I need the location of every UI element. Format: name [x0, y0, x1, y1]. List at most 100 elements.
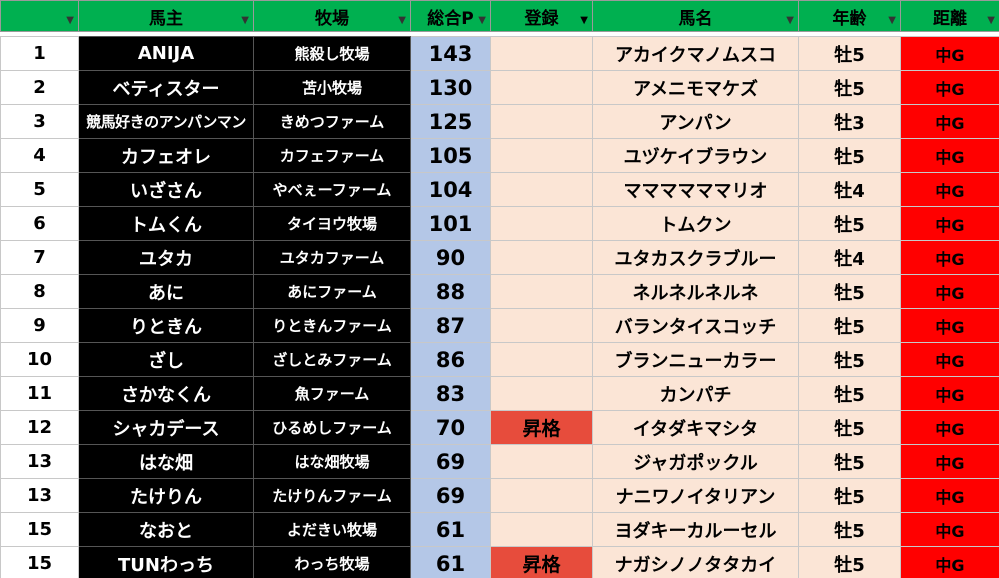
registration-cell[interactable]	[490, 342, 593, 377]
owner-cell[interactable]: なおと	[78, 512, 254, 547]
owner-cell[interactable]: たけりん	[78, 478, 254, 513]
registration-cell[interactable]	[490, 206, 593, 241]
horse-name-cell[interactable]: アンパン	[592, 104, 799, 139]
registration-cell[interactable]	[490, 36, 593, 71]
horse-name-cell[interactable]: ユタカスクラブルー	[592, 240, 799, 275]
points-cell[interactable]: 101	[410, 206, 491, 241]
rank-cell[interactable]: 3	[0, 104, 79, 139]
owner-cell[interactable]: さかなくん	[78, 376, 254, 411]
farm-cell[interactable]: りときんファーム	[253, 308, 411, 343]
points-cell[interactable]: 88	[410, 274, 491, 309]
points-cell[interactable]: 87	[410, 308, 491, 343]
rank-cell[interactable]: 9	[0, 308, 79, 343]
farm-cell[interactable]: 熊殺し牧場	[253, 36, 411, 71]
farm-cell[interactable]: あにファーム	[253, 274, 411, 309]
horse-name-cell[interactable]: ジャガポックル	[592, 444, 799, 479]
farm-cell[interactable]: やべぇーファーム	[253, 172, 411, 207]
distance-cell[interactable]: 中G	[900, 104, 999, 139]
age-cell[interactable]: 牡5	[798, 512, 901, 547]
points-cell[interactable]: 130	[410, 70, 491, 105]
farm-cell[interactable]: きめつファーム	[253, 104, 411, 139]
points-cell[interactable]: 90	[410, 240, 491, 275]
registration-cell[interactable]	[490, 104, 593, 139]
points-cell[interactable]: 143	[410, 36, 491, 71]
horse-name-cell[interactable]: ネルネルネルネ	[592, 274, 799, 309]
age-cell[interactable]: 牡5	[798, 410, 901, 445]
filter-dropdown-icon[interactable]: ▼	[888, 16, 896, 26]
owner-cell[interactable]: ANIJA	[78, 36, 254, 71]
farm-cell[interactable]: はな畑牧場	[253, 444, 411, 479]
age-cell[interactable]: 牡5	[798, 546, 901, 578]
rank-cell[interactable]: 7	[0, 240, 79, 275]
filter-dropdown-icon[interactable]: ▼	[987, 16, 995, 26]
points-cell[interactable]: 61	[410, 512, 491, 547]
distance-cell[interactable]: 中G	[900, 206, 999, 241]
rank-cell[interactable]: 12	[0, 410, 79, 445]
registration-cell[interactable]	[490, 308, 593, 343]
registration-cell[interactable]	[490, 512, 593, 547]
age-cell[interactable]: 牡5	[798, 308, 901, 343]
age-cell[interactable]: 牡5	[798, 444, 901, 479]
horse-name-cell[interactable]: ブランニューカラー	[592, 342, 799, 377]
owner-cell[interactable]: トムくん	[78, 206, 254, 241]
distance-cell[interactable]: 中G	[900, 36, 999, 71]
registration-cell[interactable]	[490, 240, 593, 275]
horse-name-cell[interactable]: ナガシノノタタカイ	[592, 546, 799, 578]
age-cell[interactable]: 牡5	[798, 138, 901, 173]
registration-cell[interactable]: 昇格	[490, 546, 593, 578]
points-cell[interactable]: 70	[410, 410, 491, 445]
distance-cell[interactable]: 中G	[900, 376, 999, 411]
filter-active-icon[interactable]: ▼	[580, 16, 588, 26]
owner-cell[interactable]: あに	[78, 274, 254, 309]
horse-name-cell[interactable]: バランタイスコッチ	[592, 308, 799, 343]
age-cell[interactable]: 牡5	[798, 478, 901, 513]
distance-cell[interactable]: 中G	[900, 478, 999, 513]
farm-cell[interactable]: たけりんファーム	[253, 478, 411, 513]
age-cell[interactable]: 牡4	[798, 172, 901, 207]
distance-cell[interactable]: 中G	[900, 240, 999, 275]
age-cell[interactable]: 牡5	[798, 376, 901, 411]
owner-cell[interactable]: ユタカ	[78, 240, 254, 275]
registration-cell[interactable]	[490, 172, 593, 207]
rank-cell[interactable]: 4	[0, 138, 79, 173]
distance-cell[interactable]: 中G	[900, 172, 999, 207]
age-cell[interactable]: 牡5	[798, 36, 901, 71]
registration-cell[interactable]	[490, 478, 593, 513]
registration-cell[interactable]	[490, 274, 593, 309]
filter-dropdown-icon[interactable]: ▼	[786, 16, 794, 26]
distance-cell[interactable]: 中G	[900, 138, 999, 173]
points-cell[interactable]: 104	[410, 172, 491, 207]
distance-cell[interactable]: 中G	[900, 444, 999, 479]
rank-cell[interactable]: 5	[0, 172, 79, 207]
distance-cell[interactable]: 中G	[900, 512, 999, 547]
points-cell[interactable]: 105	[410, 138, 491, 173]
registration-cell[interactable]: 昇格	[490, 410, 593, 445]
farm-cell[interactable]: タイヨウ牧場	[253, 206, 411, 241]
age-cell[interactable]: 牡5	[798, 342, 901, 377]
horse-name-cell[interactable]: イタダキマシタ	[592, 410, 799, 445]
farm-cell[interactable]: 魚ファーム	[253, 376, 411, 411]
owner-cell[interactable]: りときん	[78, 308, 254, 343]
points-cell[interactable]: 125	[410, 104, 491, 139]
horse-name-cell[interactable]: カンパチ	[592, 376, 799, 411]
age-cell[interactable]: 牡5	[798, 206, 901, 241]
points-cell[interactable]: 69	[410, 478, 491, 513]
filter-dropdown-icon[interactable]: ▼	[478, 16, 486, 26]
rank-cell[interactable]: 6	[0, 206, 79, 241]
rank-cell[interactable]: 1	[0, 36, 79, 71]
farm-cell[interactable]: ひるめしファーム	[253, 410, 411, 445]
distance-cell[interactable]: 中G	[900, 70, 999, 105]
registration-cell[interactable]	[490, 138, 593, 173]
horse-name-cell[interactable]: ナニワノイタリアン	[592, 478, 799, 513]
filter-dropdown-icon[interactable]: ▼	[241, 16, 249, 26]
distance-cell[interactable]: 中G	[900, 546, 999, 578]
farm-cell[interactable]: ユタカファーム	[253, 240, 411, 275]
owner-cell[interactable]: ベティスター	[78, 70, 254, 105]
horse-name-cell[interactable]: トムクン	[592, 206, 799, 241]
horse-name-cell[interactable]: ユヅケイブラウン	[592, 138, 799, 173]
rank-cell[interactable]: 8	[0, 274, 79, 309]
rank-cell[interactable]: 11	[0, 376, 79, 411]
farm-cell[interactable]: ざしとみファーム	[253, 342, 411, 377]
points-cell[interactable]: 86	[410, 342, 491, 377]
farm-cell[interactable]: よだきい牧場	[253, 512, 411, 547]
